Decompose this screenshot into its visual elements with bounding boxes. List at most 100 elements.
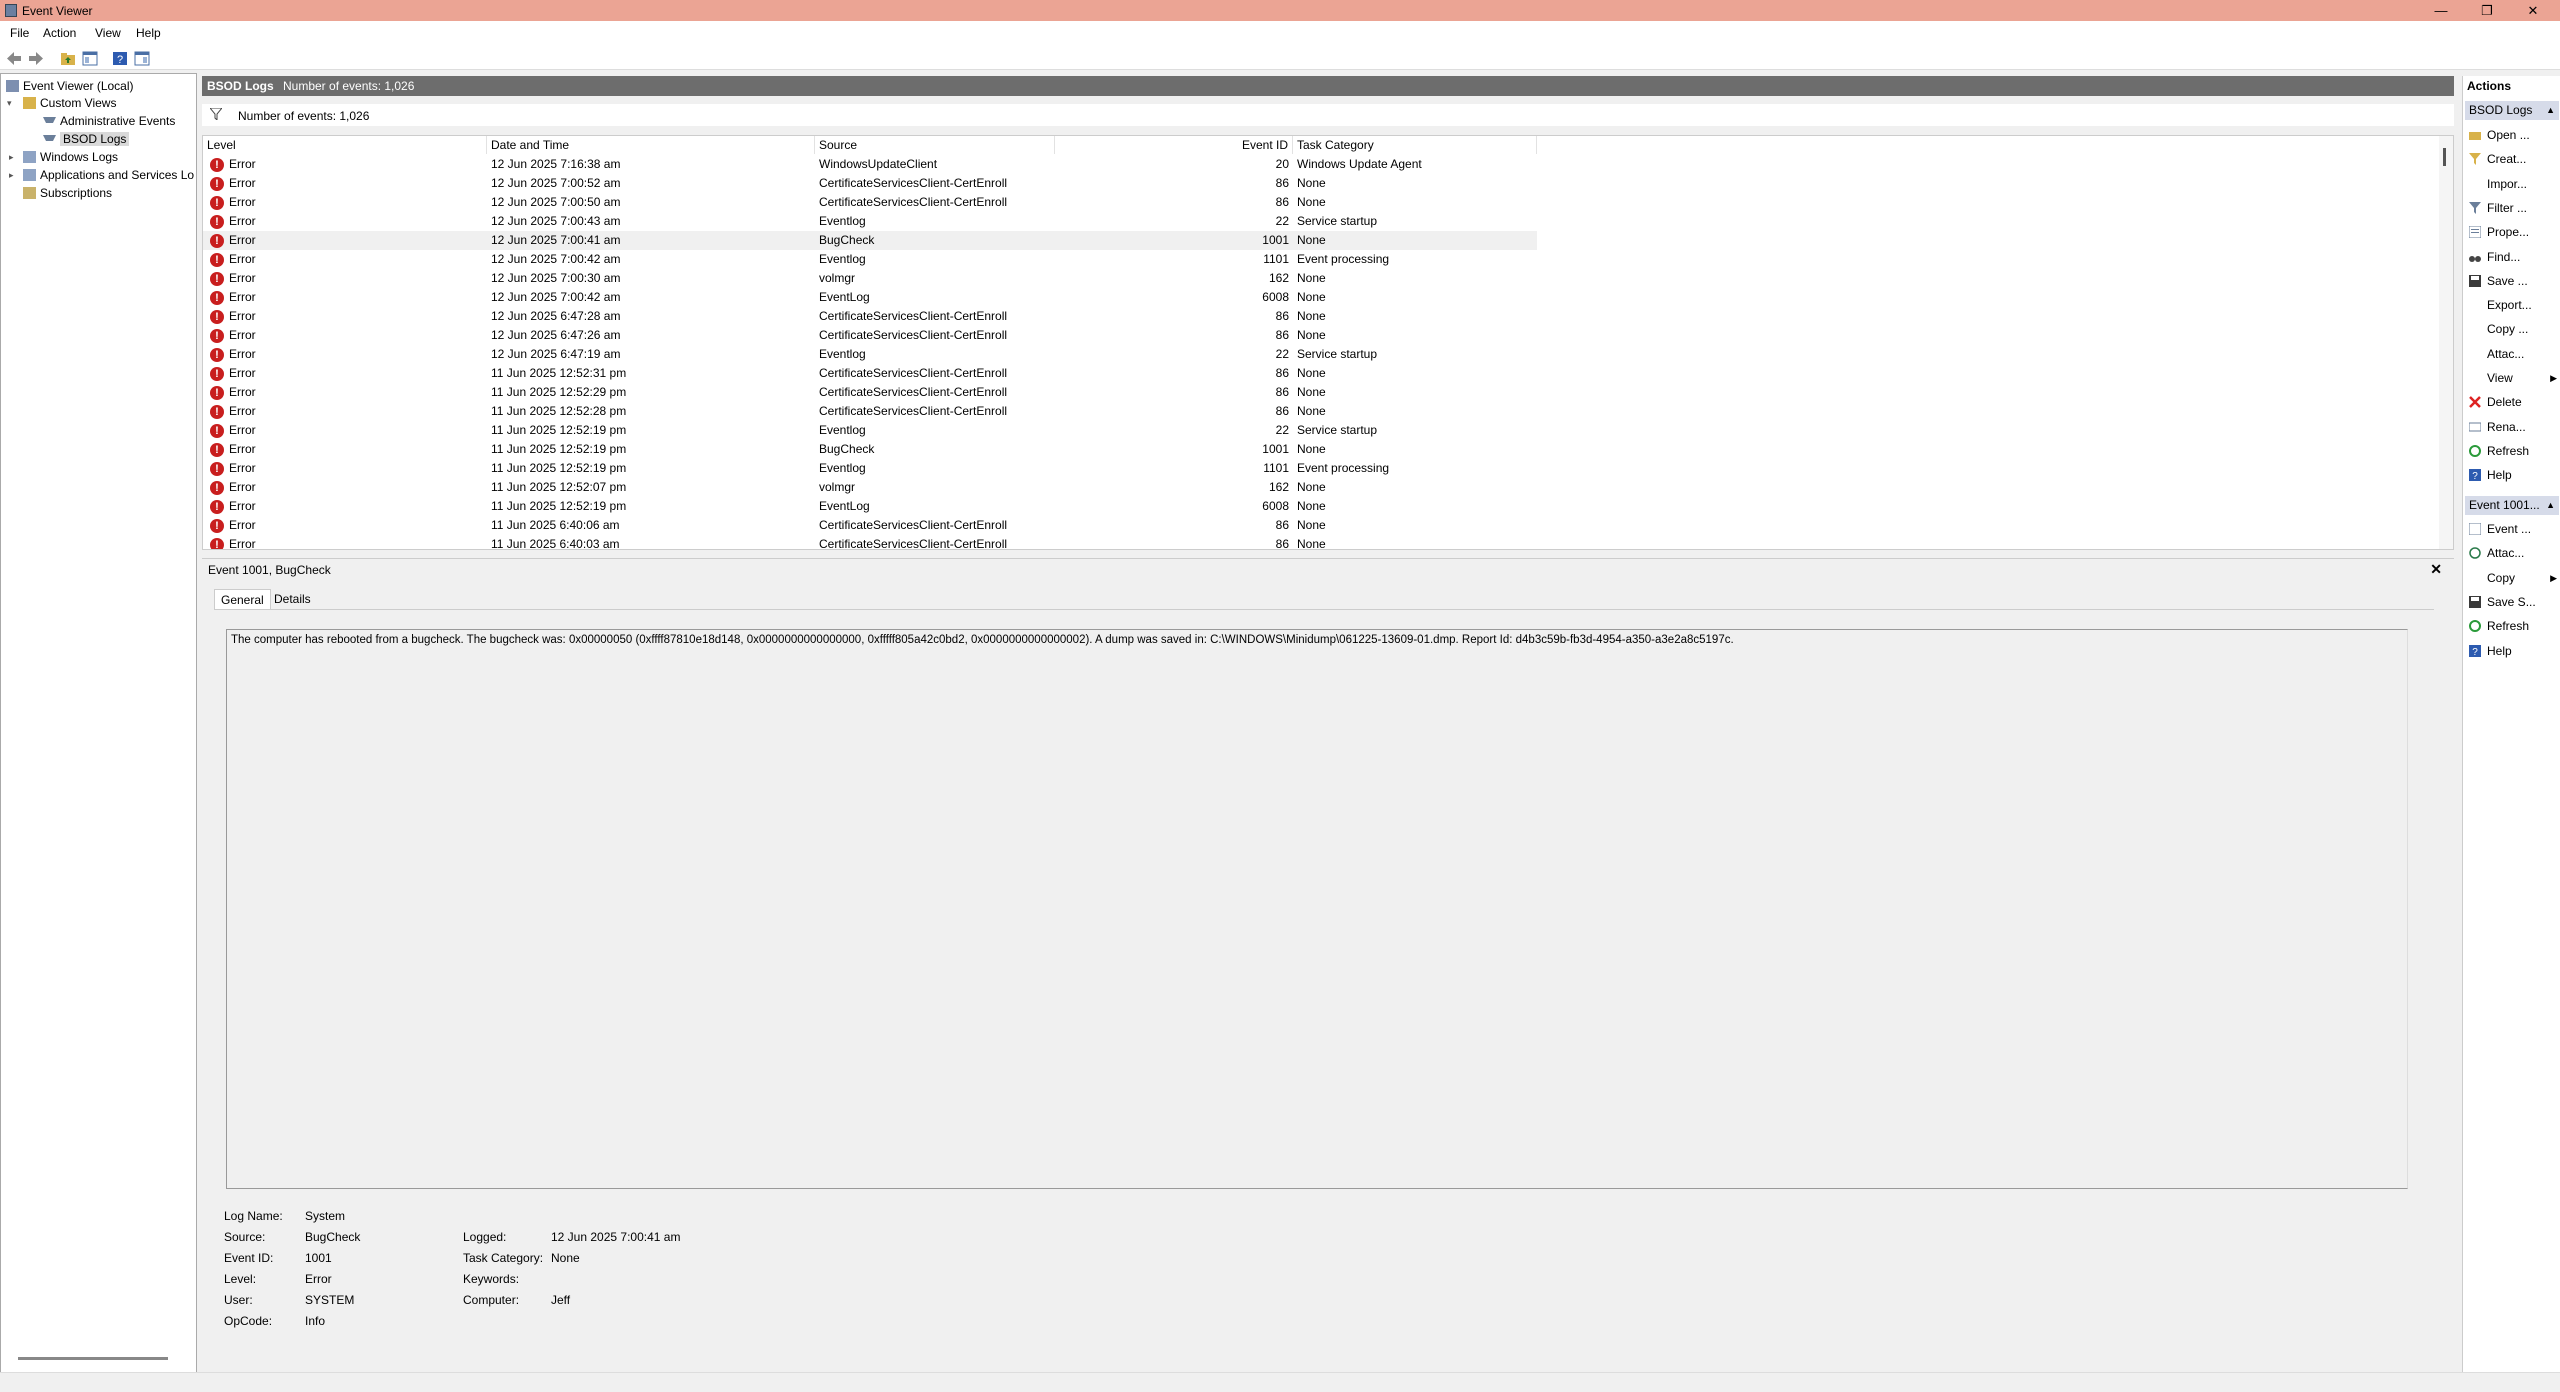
action-label: Prope... — [2487, 225, 2530, 240]
action-group1-filter[interactable]: Filter ... — [2469, 199, 2559, 217]
forward-arrow-icon[interactable] — [28, 51, 44, 66]
action-group2-event[interactable]: Event ... — [2469, 520, 2559, 538]
action-group1-attac[interactable]: Attac... — [2469, 345, 2559, 363]
cell-date: 11 Jun 2025 6:40:06 am — [491, 518, 620, 532]
cell-date: 12 Jun 2025 6:47:28 am — [491, 309, 621, 323]
close-button[interactable]: ✕ — [2510, 0, 2556, 21]
folder-up-icon[interactable] — [60, 51, 76, 66]
action-group1-view[interactable]: View ▶ — [2469, 369, 2559, 387]
table-row[interactable]: ! Error 11 Jun 2025 6:40:06 am CertificateS… — [203, 516, 1537, 535]
column-header-event-id[interactable]: Event ID — [1055, 136, 1293, 154]
table-row[interactable]: ! Error 11 Jun 2025 12:52:19 pm EventLog 600… — [203, 497, 1537, 516]
cell-task-category: Event processing — [1297, 252, 1390, 266]
filter-funnel-icon — [43, 117, 56, 127]
actions-group-bsod-logs[interactable]: BSOD Logs ▲ — [2465, 101, 2559, 120]
tree-node-applications-and-services[interactable]: Applications and Services Lo — [23, 168, 194, 185]
table-row[interactable]: ! Error 12 Jun 2025 6:47:26 am CertificateS… — [203, 326, 1537, 345]
show-hide-action-pane-icon[interactable] — [134, 51, 150, 66]
tree-node-subscriptions[interactable]: Subscriptions — [23, 186, 112, 203]
show-hide-tree-icon[interactable] — [82, 51, 98, 66]
table-row[interactable]: ! Error 11 Jun 2025 12:52:29 pm Certificate… — [203, 383, 1537, 402]
table-row[interactable]: ! Error 12 Jun 2025 7:00:52 am CertificateS… — [203, 174, 1537, 193]
expand-chevron-icon[interactable]: ▸ — [9, 152, 14, 163]
table-row[interactable]: ! Error 11 Jun 2025 12:52:19 pm BugCheck 100… — [203, 440, 1537, 459]
action-group1-open[interactable]: Open ... — [2469, 126, 2559, 144]
table-row[interactable]: ! Error 12 Jun 2025 6:47:19 am Eventlog 22 Se… — [203, 345, 1537, 364]
cell-task-category: None — [1297, 176, 1326, 190]
action-group2-save-s[interactable]: Save S... — [2469, 593, 2559, 611]
action-group2-attac[interactable]: Attac... — [2469, 544, 2559, 562]
table-row[interactable]: ! Error 12 Jun 2025 6:47:28 am CertificateS… — [203, 307, 1537, 326]
actions-group-event[interactable]: Event 1001... ▲ — [2465, 496, 2559, 515]
tree-node-custom-views[interactable]: Custom Views — [23, 96, 116, 113]
table-row[interactable]: ! Error 12 Jun 2025 7:16:38 am WindowsUpdat… — [203, 155, 1537, 174]
action-label: View — [2487, 371, 2513, 385]
collapse-chevron-icon[interactable]: ▾ — [7, 98, 12, 109]
table-row[interactable]: ! Error 11 Jun 2025 12:52:28 pm Certificate… — [203, 402, 1537, 421]
action-group1-help[interactable]: ? Help — [2469, 466, 2559, 484]
menu-view[interactable]: View — [95, 26, 121, 40]
table-row[interactable]: ! Error 12 Jun 2025 7:00:42 am EventLog 6008… — [203, 288, 1537, 307]
error-icon: ! — [210, 519, 224, 533]
collapse-caret-icon[interactable]: ▲ — [2546, 496, 2555, 515]
menu-help[interactable]: Help — [136, 26, 161, 40]
action-group1-prope[interactable]: Prope... — [2469, 223, 2559, 241]
expand-chevron-icon[interactable]: ▸ — [9, 170, 14, 181]
action-group1-creat[interactable]: Creat... — [2469, 150, 2559, 168]
action-group2-copy[interactable]: Copy ▶ — [2469, 569, 2559, 587]
tree-node-event-viewer-local[interactable]: Event Viewer (Local) — [6, 79, 134, 96]
tree-horizontal-scrollbar[interactable] — [18, 1357, 168, 1360]
table-row[interactable]: ! Error 12 Jun 2025 7:00:42 am Eventlog 1101… — [203, 250, 1537, 269]
action-group1-rena[interactable]: Rena... — [2469, 418, 2559, 436]
collapse-caret-icon[interactable]: ▲ — [2546, 101, 2555, 120]
action-group1-delete[interactable]: Delete — [2469, 393, 2559, 411]
label-logged: Logged: — [463, 1230, 507, 1244]
column-header-source[interactable]: Source — [815, 136, 1055, 154]
tab-details[interactable]: Details — [268, 589, 317, 609]
table-row[interactable]: ! Error 11 Jun 2025 12:52:31 pm Certificate… — [203, 364, 1537, 383]
table-row[interactable]: ! Error 11 Jun 2025 12:52:07 pm volmgr 162 No… — [203, 478, 1537, 497]
detail-close-button[interactable]: ✕ — [2430, 561, 2442, 578]
menu-action[interactable]: Action — [43, 26, 76, 40]
cell-source: EventLog — [819, 290, 870, 304]
help-icon[interactable]: ? — [112, 51, 128, 66]
value-task-category: None — [551, 1251, 580, 1265]
tree-node-windows-logs[interactable]: Windows Logs — [23, 150, 118, 167]
minimize-button[interactable]: — — [2418, 0, 2464, 21]
column-header-task-category[interactable]: Task Category — [1293, 136, 1537, 154]
table-row[interactable]: ! Error 12 Jun 2025 7:00:30 am volmgr 162 Non… — [203, 269, 1537, 288]
blank-icon — [2469, 348, 2481, 360]
action-group1-save[interactable]: Save ... — [2469, 272, 2559, 290]
action-group2-refresh[interactable]: Refresh — [2469, 617, 2559, 635]
cell-source: Eventlog — [819, 461, 866, 475]
table-row[interactable]: ! Error 11 Jun 2025 12:52:19 pm Eventlog 22 S… — [203, 421, 1537, 440]
menu-bar: File Action View Help — [0, 21, 2560, 46]
column-header-date[interactable]: Date and Time — [487, 136, 815, 154]
table-row[interactable]: ! Error 11 Jun 2025 12:52:19 pm Eventlog 110… — [203, 459, 1537, 478]
action-group1-impor[interactable]: Impor... — [2469, 175, 2559, 193]
back-arrow-icon[interactable] — [6, 51, 22, 66]
menu-file[interactable]: File — [10, 26, 29, 40]
tree-node-administrative-events[interactable]: Administrative Events — [43, 114, 175, 131]
column-header-level[interactable]: Level — [203, 136, 487, 154]
table-row[interactable]: ! Error 12 Jun 2025 7:00:43 am Eventlog 22 Se… — [203, 212, 1537, 231]
tab-general[interactable]: General — [214, 589, 271, 609]
restore-button[interactable]: ❐ — [2464, 0, 2510, 21]
table-row[interactable]: ! Error 12 Jun 2025 7:00:41 am BugCheck 1001… — [203, 231, 1537, 250]
tree-node-bsod-logs[interactable]: BSOD Logs — [43, 132, 130, 149]
cell-date: 12 Jun 2025 7:00:30 am — [491, 271, 621, 285]
error-icon: ! — [210, 481, 224, 495]
filter-funnel-icon — [43, 135, 56, 145]
scrollbar-thumb[interactable] — [2443, 148, 2446, 166]
table-row[interactable]: ! Error 12 Jun 2025 7:00:50 am CertificateS… — [203, 193, 1537, 212]
event-list-vertical-scrollbar[interactable] — [2439, 136, 2453, 549]
action-group1-copy[interactable]: Copy ... — [2469, 320, 2559, 338]
action-group1-find[interactable]: Find... — [2469, 248, 2559, 266]
event-list: Level Date and Time Source Event ID Task… — [202, 135, 2454, 550]
action-group1-export[interactable]: Export... — [2469, 296, 2559, 314]
action-group2-help[interactable]: ? Help — [2469, 642, 2559, 660]
event-message-box[interactable]: The computer has rebooted from a bugchec… — [226, 629, 2408, 1189]
action-label: Impor... — [2487, 176, 2528, 191]
action-group1-refresh[interactable]: Refresh — [2469, 442, 2559, 460]
table-row[interactable]: ! Error 11 Jun 2025 6:40:03 am CertificateS… — [203, 535, 1537, 549]
